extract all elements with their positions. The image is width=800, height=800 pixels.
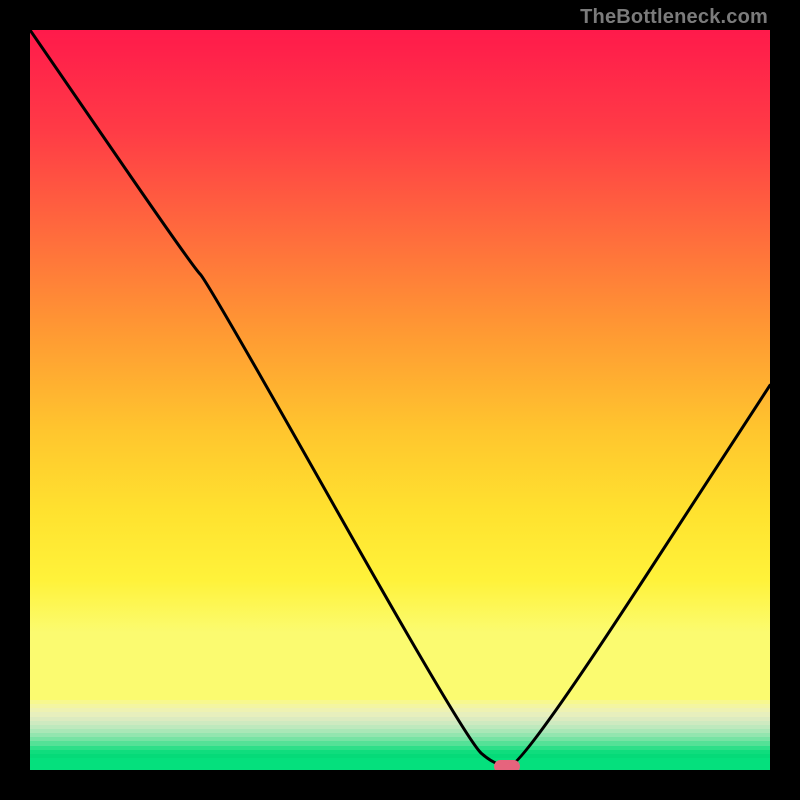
plot-area: [30, 30, 770, 770]
chart-frame: TheBottleneck.com: [0, 0, 800, 800]
watermark-text: TheBottleneck.com: [580, 6, 768, 29]
bottleneck-curve: [30, 30, 770, 770]
optimal-marker: [494, 760, 520, 770]
